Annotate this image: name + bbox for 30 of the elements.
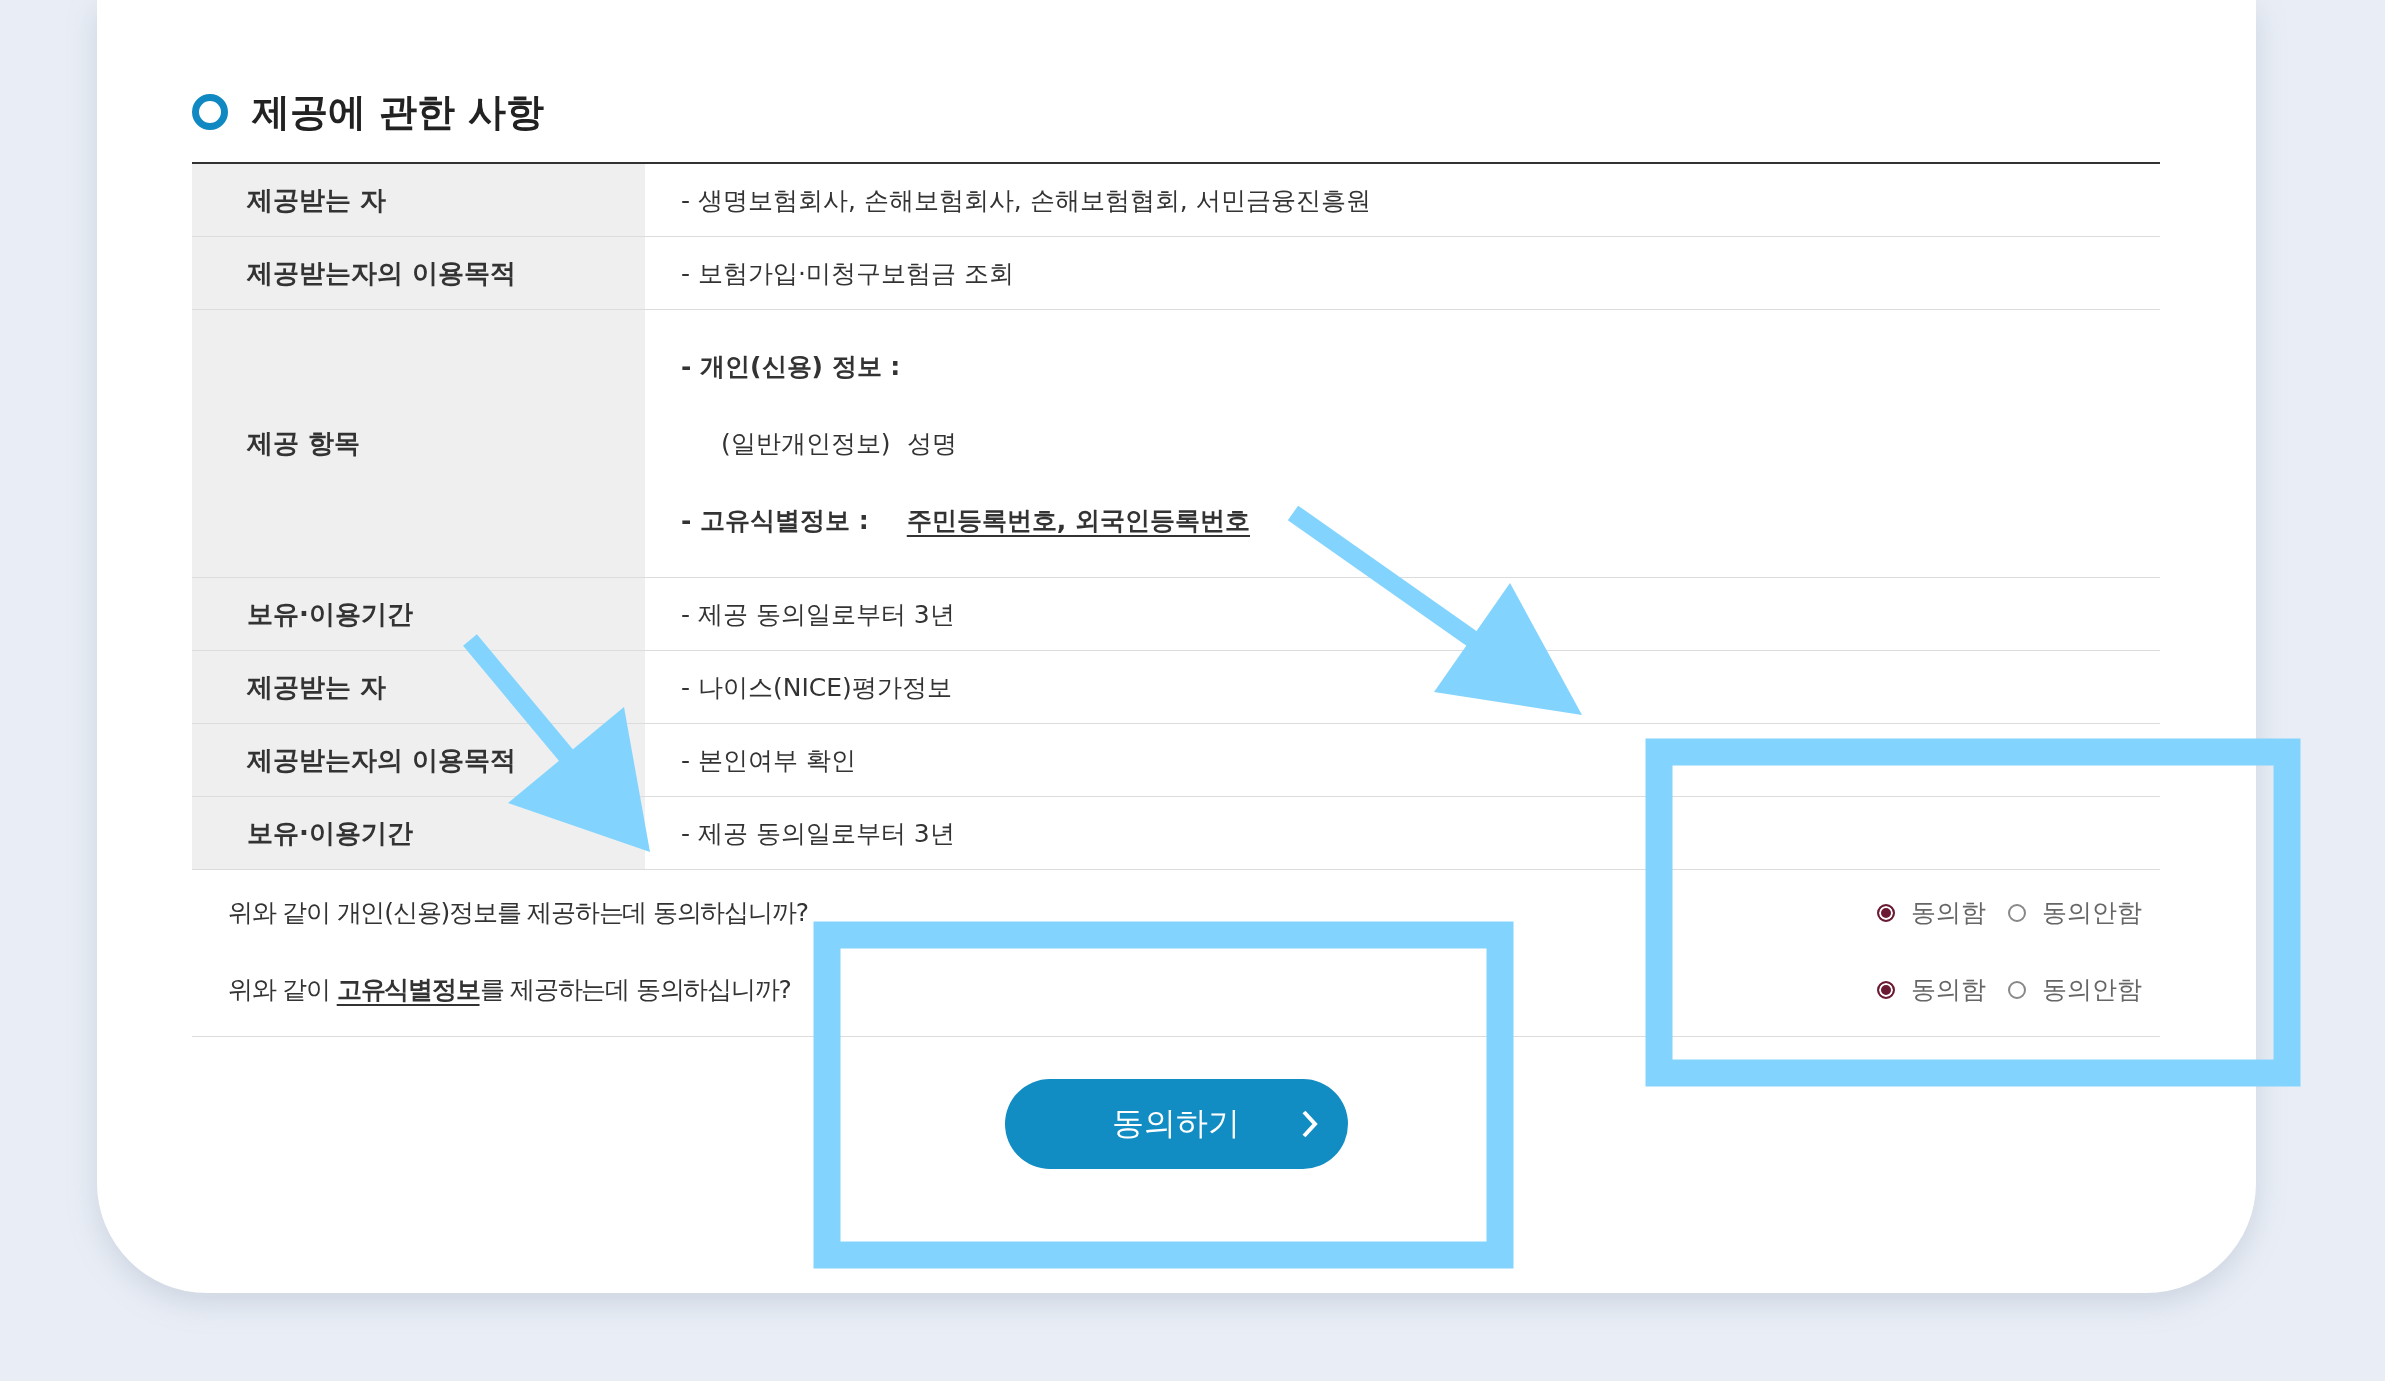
agree-button[interactable]: 동의하기 (1004, 1079, 1348, 1169)
section-title: 제공에 관한 사항 (252, 88, 545, 136)
consent-question: 위와 같이 고유식별정보를 제공하는데 동의하십니까? (228, 974, 791, 1006)
row-value: - 제공 동의일로부터 3년 (681, 598, 956, 631)
row-value: - 생명보험회사, 손해보험회사, 손해보험협회, 서민금융진흥원 (681, 184, 1372, 217)
radio-option[interactable]: 동의함 (1877, 973, 1986, 1006)
row-label: 제공받는자의 이용목적 (192, 237, 645, 309)
row-label: 제공 항목 (192, 310, 645, 577)
radio-option[interactable]: 동의안함 (2008, 973, 2142, 1006)
row-label: 제공받는 자 (192, 651, 645, 723)
consent-question: 위와 같이 개인(신용)정보를 제공하는데 동의하십니까? (228, 897, 808, 929)
radio-option[interactable]: 동의함 (1877, 896, 1986, 929)
item-category: (일반개인정보) (721, 428, 891, 460)
radio-option[interactable]: 동의안함 (2008, 896, 2142, 929)
radio-icon[interactable] (2008, 980, 2026, 999)
item-value: 주민등록번호, 외국인등록번호 (906, 505, 1250, 537)
chevron-right-icon (1301, 1110, 1318, 1138)
radio-icon[interactable] (2008, 903, 2026, 922)
item-heading: - 고유식별정보 : (681, 505, 869, 537)
row-value: - 보험가입·미청구보험금 조회 (681, 257, 1015, 290)
row-value: - 나이스(NICE)평가정보 (681, 671, 953, 704)
item-value: 성명 (906, 428, 957, 460)
radio-icon[interactable] (1877, 903, 1895, 922)
row-label: 보유·이용기간 (192, 578, 645, 650)
bullet-icon (192, 94, 228, 130)
item-heading: - 개인(신용) 정보 : (681, 351, 901, 383)
radio-icon[interactable] (1877, 980, 1895, 999)
row-value: - 제공 동의일로부터 3년 (681, 817, 956, 850)
row-label: 제공받는 자 (192, 164, 645, 236)
row-value: - 본인여부 확인 (681, 744, 857, 777)
